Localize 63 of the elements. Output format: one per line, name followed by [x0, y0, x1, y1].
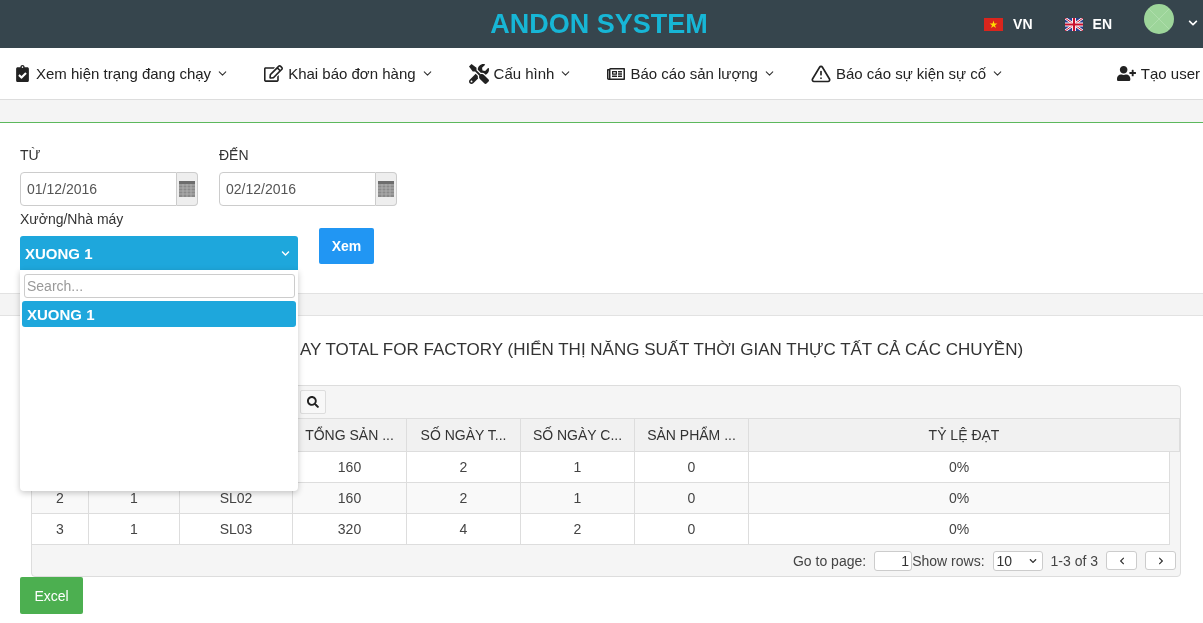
chevron-down-icon: [1028, 556, 1037, 565]
search-icon: [307, 396, 319, 408]
report-title: AY TOTAL FOR FACTORY (HIỂN THỊ NĂNG SUẤT THỜI GIAN THỰC TẤT CẢ CÁC CHUYỀN): [300, 340, 1024, 360]
edit-icon: [264, 64, 284, 83]
column-header[interactable]: SẢN PHẨM ...: [635, 419, 749, 451]
table-cell: 1: [89, 514, 180, 544]
table-cell: 3: [32, 514, 89, 544]
column-header[interactable]: TỔNG SẢN ...: [293, 419, 407, 451]
user-menu-button[interactable]: [1144, 4, 1198, 34]
table-cell: 2: [407, 483, 521, 513]
nav-menu-item[interactable]: Cấu hình: [468, 63, 573, 84]
chevron-left-icon: [1117, 556, 1126, 565]
rows-select[interactable]: 10: [992, 550, 1043, 571]
nav-menu-item[interactable]: Báo cáo sự kiện sự cố: [810, 63, 1005, 84]
table-cell: 0: [635, 514, 749, 544]
date-field[interactable]: 01/12/2016: [20, 172, 177, 206]
table-cell: SL03: [180, 514, 293, 544]
table-cell: 2: [407, 452, 521, 482]
table-cell: 0: [635, 452, 749, 482]
pager-label: Go to page:: [793, 552, 867, 569]
user-plus-icon: [1116, 64, 1136, 83]
language-button[interactable]: VN: [984, 16, 1033, 32]
nav-menu-item[interactable]: Báo cáo sản lượng: [607, 64, 776, 83]
app-title: ANDON SYSTEM: [490, 8, 708, 40]
caret-icon: [1188, 18, 1198, 28]
table-cell: 0: [635, 483, 749, 513]
pager-range: 1-3 of 3: [1050, 552, 1098, 569]
flag-icon: [1064, 17, 1083, 31]
chevron-down-icon: [281, 248, 290, 258]
clipboard-check-icon: [14, 65, 31, 82]
calendar-icon: [378, 181, 394, 197]
warning-icon: [810, 63, 831, 84]
table-cell: 0%: [749, 514, 1170, 544]
date-field[interactable]: 02/12/2016: [219, 172, 376, 206]
avatar-icon: [1144, 4, 1174, 34]
table-cell: 2: [521, 514, 635, 544]
table-cell: 0%: [749, 483, 1170, 513]
calendar-button[interactable]: [376, 172, 397, 206]
search-field[interactable]: Search...: [24, 274, 295, 298]
calendar-icon: [179, 181, 195, 197]
nav-menu-item[interactable]: Khai báo đơn hàng: [264, 64, 434, 83]
chevron-right-icon: [1156, 556, 1165, 565]
table-cell: 0%: [749, 452, 1170, 482]
calendar-button[interactable]: [177, 172, 198, 206]
column-header[interactable]: SỐ NGÀY C...: [521, 419, 635, 451]
field-label: ĐẾN: [219, 147, 250, 163]
column-header[interactable]: SỐ NGÀY T...: [407, 419, 521, 451]
table-cell: 1: [521, 452, 635, 482]
field-label: TỪ: [20, 147, 42, 163]
language-button[interactable]: EN: [1064, 16, 1112, 32]
create-user-button[interactable]: Tạo user: [1116, 64, 1200, 83]
column-header[interactable]: TỶ LỆ ĐẠT: [749, 419, 1180, 451]
field-label: Xưởng/Nhà máy: [20, 211, 125, 227]
table-cell: 1: [521, 483, 635, 513]
search-button[interactable]: [300, 390, 326, 414]
table-cell: 160: [293, 483, 407, 513]
table-cell: 320: [293, 514, 407, 544]
page-field[interactable]: 1: [874, 550, 913, 571]
flag-icon: [984, 17, 1004, 31]
table-cell: 4: [407, 514, 521, 544]
tools-icon: [468, 63, 489, 84]
nav-menu-item[interactable]: Xem hiện trạng đang chạy: [14, 65, 230, 82]
pager-label: Show rows:: [912, 552, 985, 569]
